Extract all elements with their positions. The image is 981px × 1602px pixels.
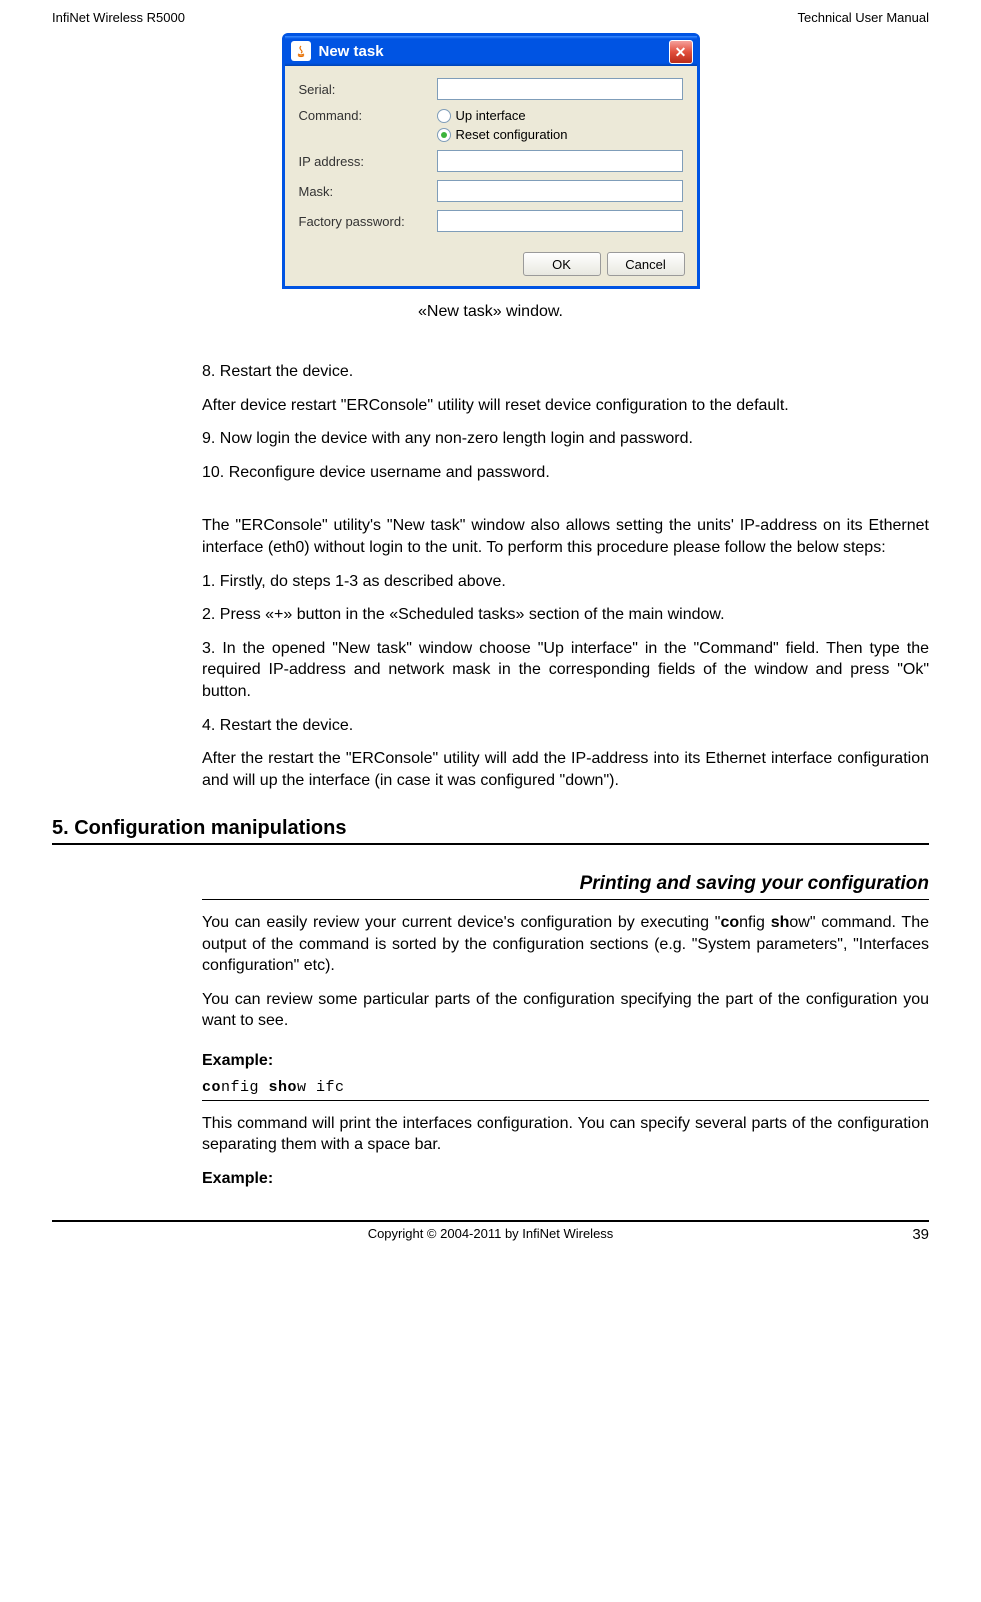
header-right: Technical User Manual (797, 10, 929, 25)
cancel-button[interactable]: Cancel (607, 252, 685, 276)
factory-pw-label: Factory password: (299, 214, 437, 229)
command-label: Command: (299, 108, 437, 123)
step-1: 1. Firstly, do steps 1-3 as described ab… (202, 571, 929, 593)
step-3: 3. In the opened "New task" window choos… (202, 638, 929, 703)
paragraph: You can review some particular parts of … (202, 989, 929, 1032)
sub-rule (202, 899, 929, 900)
code-example: config show ifc (202, 1078, 929, 1101)
section-rule (52, 843, 929, 845)
header-left: InfiNet Wireless R5000 (52, 10, 185, 25)
dialog-titlebar: New task ✕ (285, 36, 697, 66)
step-4: 4. Restart the device. (202, 715, 929, 737)
radio-reset-config[interactable]: Reset configuration (437, 127, 568, 142)
radio-icon (437, 128, 451, 142)
sub-heading: Printing and saving your configuration (202, 871, 929, 897)
footer-copyright: Copyright © 2004-2011 by InfiNet Wireles… (368, 1226, 614, 1241)
page-number: 39 (912, 1226, 929, 1243)
radio-icon (437, 109, 451, 123)
step-10: 10. Reconfigure device username and pass… (202, 462, 929, 484)
ok-button[interactable]: OK (523, 252, 601, 276)
new-task-dialog: New task ✕ Serial: Command: Up interface (282, 33, 700, 289)
close-icon[interactable]: ✕ (669, 40, 693, 64)
radio-up-label: Up interface (456, 108, 526, 123)
example-label: Example: (202, 1168, 929, 1190)
java-icon (291, 41, 311, 61)
serial-input[interactable] (437, 78, 683, 100)
paragraph: After the restart the "ERConsole" utilit… (202, 748, 929, 791)
mask-input[interactable] (437, 180, 683, 202)
paragraph: This command will print the interfaces c… (202, 1113, 929, 1156)
step-2: 2. Press «+» button in the «Scheduled ta… (202, 604, 929, 626)
ip-label: IP address: (299, 154, 437, 169)
paragraph: The "ERConsole" utility's "New task" win… (202, 515, 929, 558)
paragraph: You can easily review your current devic… (202, 912, 929, 977)
ip-input[interactable] (437, 150, 683, 172)
step-9: 9. Now login the device with any non-zer… (202, 428, 929, 450)
mask-label: Mask: (299, 184, 437, 199)
factory-pw-input[interactable] (437, 210, 683, 232)
figure-caption: «New task» window. (52, 303, 929, 321)
radio-reset-label: Reset configuration (456, 127, 568, 142)
example-label: Example: (202, 1050, 929, 1072)
step-8: 8. Restart the device. (202, 361, 929, 383)
paragraph: After device restart "ERConsole" utility… (202, 395, 929, 417)
dialog-title: New task (319, 43, 384, 60)
radio-up-interface[interactable]: Up interface (437, 108, 568, 123)
serial-label: Serial: (299, 82, 437, 97)
section-heading: 5. Configuration manipulations (52, 817, 929, 840)
